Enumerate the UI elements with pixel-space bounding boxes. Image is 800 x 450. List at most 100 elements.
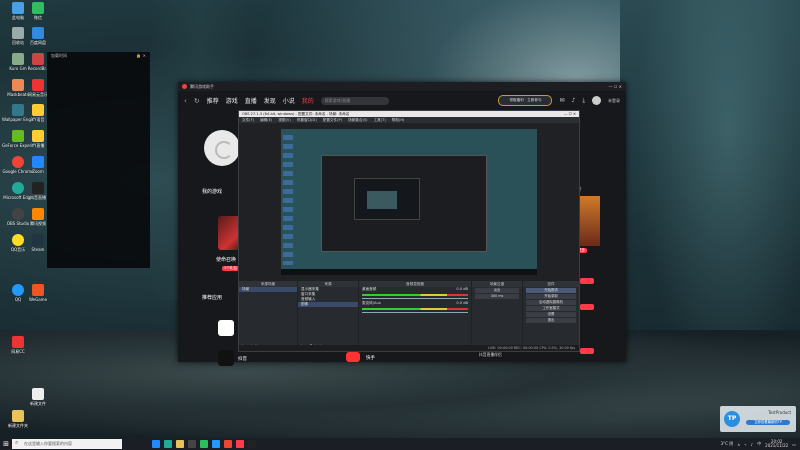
menu-file[interactable]: 文件(F)	[242, 117, 254, 123]
floating-panel-header: 加载时间 🔒 ✕	[47, 52, 150, 62]
taskbar-apps	[152, 440, 256, 448]
edge-icon[interactable]	[164, 440, 172, 448]
douyin-app-icon[interactable]	[218, 350, 234, 366]
obs-menu: 文件(F) 编辑(E) 视图(V) 停靠窗口(D) 配置文件(P) 场景集合(S…	[239, 117, 579, 123]
profile-avatar[interactable]	[204, 130, 240, 166]
nav-item-discover[interactable]: 发现	[264, 96, 276, 105]
action-button[interactable]	[580, 278, 594, 284]
menu-profile[interactable]: 配置文件(P)	[323, 117, 342, 123]
windows-start-icon[interactable]: ⊞	[0, 438, 12, 450]
nav-item-recommend[interactable]: 推荐	[207, 96, 219, 105]
mixer-channel-mic: 麦克风/Aux 0.0 dB	[359, 301, 471, 306]
desktop-icon-label: 新建文件夹	[8, 423, 28, 428]
menu-view[interactable]: 视图(V)	[278, 117, 290, 123]
notification-icon[interactable]: ▭	[792, 442, 796, 447]
notification-toast[interactable]: TP TestProduct 立即查看最新的TP	[720, 406, 796, 432]
user-avatar[interactable]	[592, 96, 601, 105]
app-logo-icon	[182, 84, 187, 89]
app-search-input[interactable]: 搜索游戏/直播	[320, 96, 389, 105]
desktop-icon-wechat[interactable]: 微信	[22, 2, 54, 20]
folder-icon	[12, 410, 24, 422]
game-assistant-icon[interactable]	[236, 440, 244, 448]
gift-badge[interactable]: 3个礼包	[222, 266, 239, 271]
floating-panel[interactable]: 加载时间 🔒 ✕	[47, 52, 150, 268]
volume-slider[interactable]	[362, 298, 468, 299]
tp-logo-icon: TP	[724, 411, 740, 427]
download-icon[interactable]: ⤓	[582, 97, 585, 105]
settings-button[interactable]: 设置	[526, 312, 576, 317]
menu-edit[interactable]: 编辑(E)	[260, 117, 272, 123]
nav-item-novel[interactable]: 小说	[283, 96, 295, 105]
transition-duration-input[interactable]: 300 ms	[475, 294, 519, 299]
desktop-icon-new-file[interactable]: 新建文件	[22, 388, 54, 406]
desktop-icon-label: 百度网盘	[30, 40, 46, 45]
start-recording-button[interactable]: 开始录制	[526, 294, 576, 299]
virtual-camera-button[interactable]: 启动虚拟摄像机	[526, 300, 576, 305]
task-view-icon[interactable]	[152, 440, 160, 448]
menu-scene-collection[interactable]: 场景集合(S)	[348, 117, 367, 123]
start-streaming-button[interactable]: 开始推流	[526, 288, 576, 293]
studio-mode-button[interactable]: 工作室模式	[526, 306, 576, 311]
mixer-channel-db: 0.0 dB	[456, 287, 468, 291]
desktop-icon-netease-cc[interactable]: 网易CC	[2, 336, 34, 354]
tray-arrow-icon[interactable]: ∧	[737, 442, 740, 447]
kuaishou-app-icon[interactable]	[346, 352, 360, 362]
obs-preview[interactable]	[281, 129, 537, 275]
exit-button[interactable]: 退出	[526, 318, 576, 323]
promo-banner[interactable]: 领取福利 · 立即参与	[498, 95, 553, 106]
menu-tools[interactable]: 工具(T)	[374, 117, 386, 123]
action-button[interactable]	[580, 348, 594, 354]
ime-indicator[interactable]: 中	[757, 441, 761, 447]
weather-label[interactable]: 3°C 阴	[721, 441, 734, 447]
menu-help[interactable]: 帮助(H)	[392, 117, 405, 123]
chrome-icon[interactable]	[224, 440, 232, 448]
obs-window[interactable]: OBS 27.1.3 (64-bit, windows) - 配置文件: 未命名…	[238, 110, 580, 352]
user-name[interactable]: 未登录	[608, 98, 620, 104]
gift-icon[interactable]: ✉	[559, 97, 564, 104]
desktop-icon-baidu[interactable]: 百度网盘	[22, 27, 54, 45]
cc-icon	[12, 336, 24, 348]
nav-item-live[interactable]: 直播	[245, 96, 257, 105]
qq-icon[interactable]	[212, 440, 220, 448]
desktop-icon-label: 新建文件	[30, 401, 46, 406]
douyin-icon	[32, 182, 44, 194]
refresh-button[interactable]: ↻	[194, 97, 200, 105]
mixer-channel-db: 0.0 dB	[456, 301, 468, 305]
wechat-icon[interactable]	[200, 440, 208, 448]
window-controls-icon[interactable]: — ☐ ✕	[564, 111, 576, 117]
desktop-icon-wegame[interactable]: WeGame	[22, 284, 54, 302]
obs-icon[interactable]	[188, 440, 196, 448]
volume-slider[interactable]	[362, 312, 468, 313]
clock[interactable]: 20:02 2021/11/22	[765, 439, 788, 449]
zoom-icon	[32, 156, 44, 168]
back-button[interactable]: ‹	[184, 97, 187, 105]
taskbar-search-input[interactable]: 在这里输入你要搜索的内容	[12, 438, 122, 449]
file-explorer-icon[interactable]	[176, 440, 184, 448]
obs-status-bar: LIVE: 00:00:00 REC: 00:00:00 CPU: 0.5%, …	[239, 345, 579, 351]
desktop-icon-new-folder[interactable]: 新建文件夹	[2, 410, 34, 428]
volume-icon[interactable]: ♪	[751, 442, 754, 447]
rec-app-name: 抖音	[238, 357, 247, 362]
action-button[interactable]	[580, 304, 594, 310]
mic-icon[interactable]: ♪	[572, 97, 576, 104]
mixer-panel: 音频混音器 桌面音频 0.0 dB 麦克风/Aux 0.0 dB	[359, 281, 471, 349]
app-titlebar[interactable]: 腾讯游戏助手 — ☐ ✕	[178, 82, 626, 91]
desktop-icon-label: 微信	[34, 15, 42, 20]
steam-icon	[32, 234, 44, 246]
toast-action-button[interactable]: 立即查看最新的TP	[746, 420, 790, 425]
my-games-title: 我的游戏	[202, 189, 223, 195]
qq-app-icon[interactable]	[218, 320, 234, 336]
source-item[interactable]: 图像	[298, 302, 358, 307]
yy-icon	[32, 104, 44, 116]
menu-docks[interactable]: 停靠窗口(D)	[297, 117, 317, 123]
window-controls-icon[interactable]: — ☐ ✕	[609, 84, 622, 89]
transition-select[interactable]: 淡出	[475, 288, 519, 293]
network-icon[interactable]: ⌁	[744, 442, 746, 447]
nav-item-games[interactable]: 游戏	[226, 96, 238, 105]
douyin-icon[interactable]	[248, 440, 256, 448]
transitions-panel: 场景过渡 淡出 300 ms	[472, 281, 522, 349]
nav-item-mine[interactable]: 我的	[302, 96, 314, 105]
scene-item[interactable]: 场景	[239, 287, 297, 292]
sources-panel: 来源 显示器采集 窗口采集 音频输入 图像 + − ⚙ ∧ ∨	[298, 281, 358, 349]
lock-icon[interactable]: 🔒 ✕	[136, 53, 146, 61]
